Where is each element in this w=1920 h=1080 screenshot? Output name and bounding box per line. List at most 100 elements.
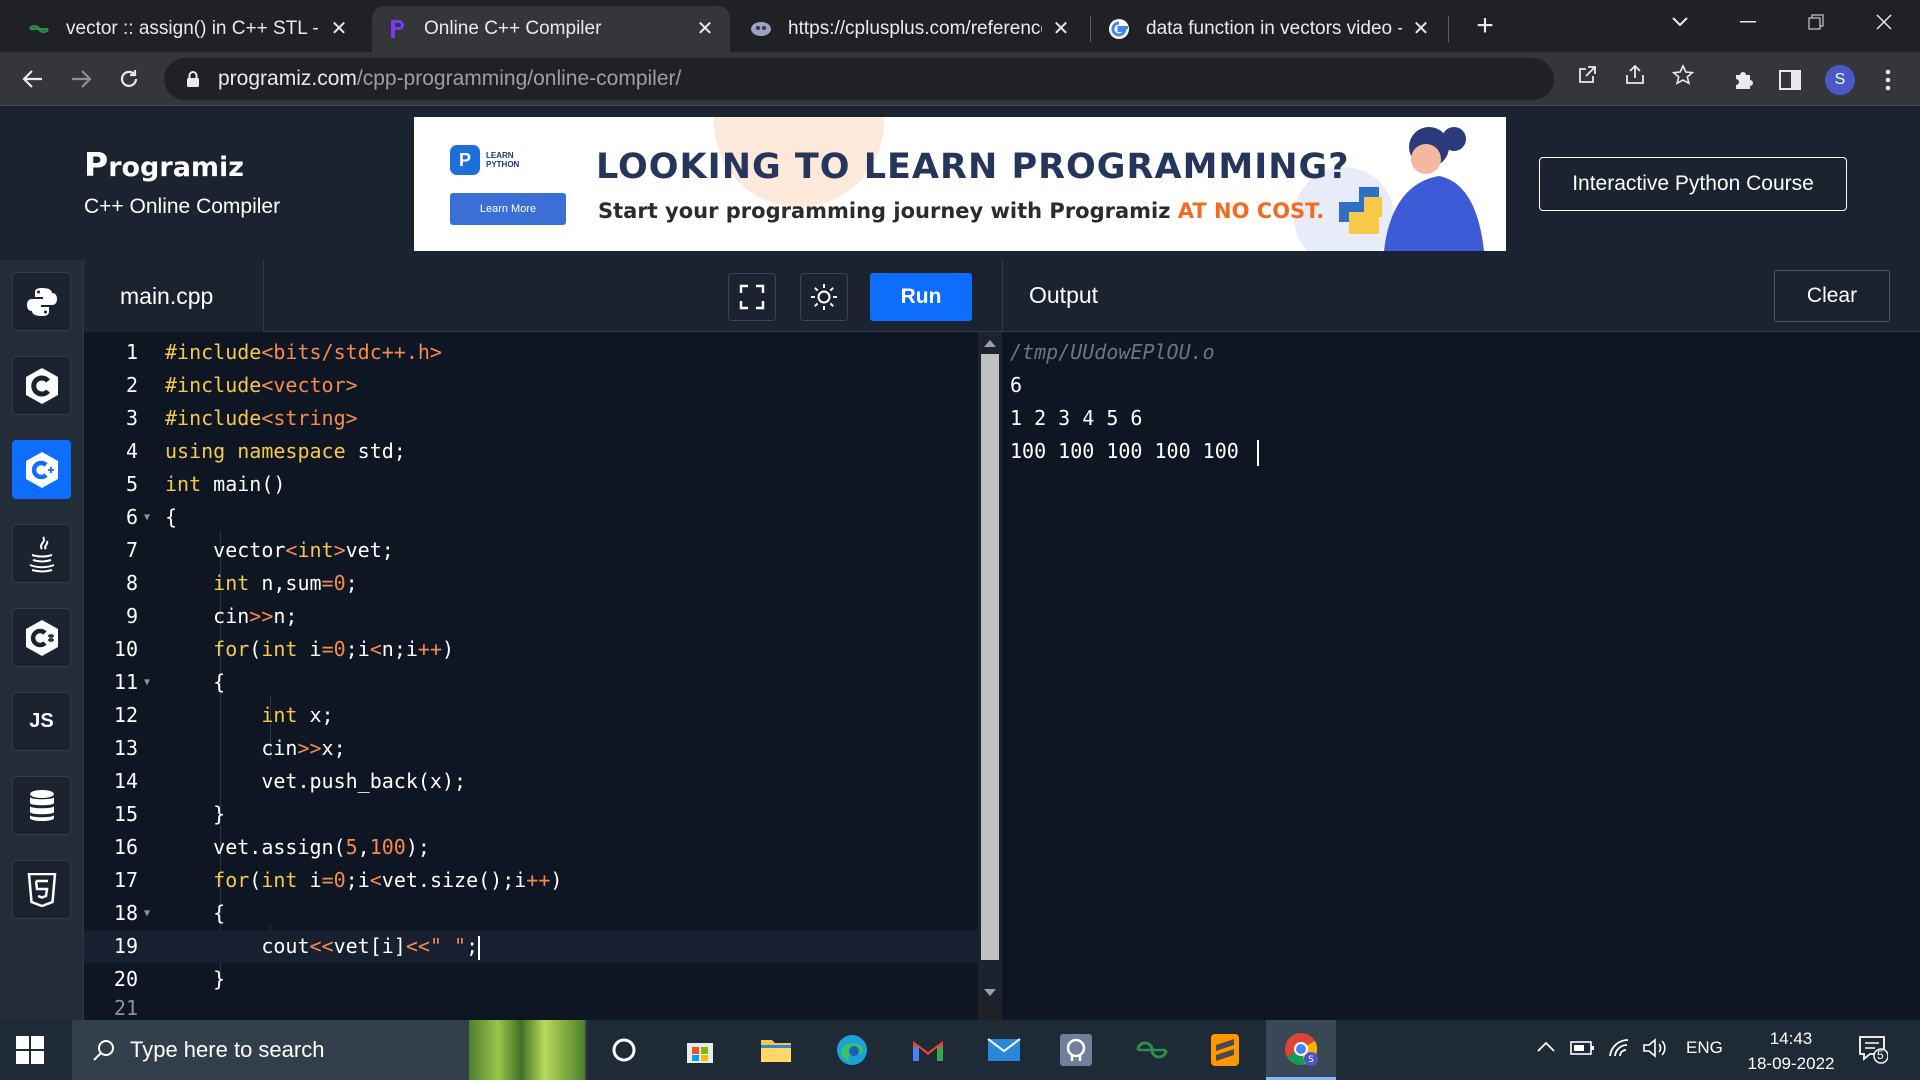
code-line[interactable]: 3 #include<string>: [84, 402, 978, 435]
back-arrow-icon[interactable]: [14, 60, 52, 98]
editor-scrollbar[interactable]: [978, 332, 1002, 1004]
code-text: }: [165, 802, 226, 826]
restore-icon[interactable]: [1782, 0, 1850, 44]
code-line[interactable]: 6 ▼ {: [84, 501, 978, 534]
clear-button[interactable]: Clear: [1774, 270, 1890, 322]
scrollbar-thumb[interactable]: [981, 354, 999, 960]
code-line[interactable]: 11 ▼ {: [84, 666, 978, 699]
code-line[interactable]: 14 vet.push_back(x);: [84, 765, 978, 798]
code-line[interactable]: 7 vector<int>vet;: [84, 534, 978, 567]
battery-icon[interactable]: [1570, 1038, 1596, 1063]
edge-icon[interactable]: [830, 1028, 874, 1072]
python-icon: [26, 287, 57, 316]
code-editor[interactable]: 1 #include<bits/stdc++.h> 2 #include<vector…: [84, 332, 978, 1020]
close-tab-icon[interactable]: ✕: [1410, 18, 1432, 40]
gmail-icon[interactable]: [906, 1028, 950, 1072]
tab-geeksforgeeks[interactable]: vector :: assign() in C++ STL - Ge ✕: [14, 6, 364, 52]
fullscreen-button[interactable]: [728, 273, 776, 321]
interactive-python-course-button[interactable]: Interactive Python Course: [1539, 157, 1847, 211]
cortana-icon[interactable]: [602, 1028, 646, 1072]
html-language-button[interactable]: [12, 860, 71, 919]
editor-toolbar: main.cpp Run: [84, 260, 1002, 332]
theme-toggle-button[interactable]: [800, 273, 848, 321]
open-in-app-icon[interactable]: [1574, 62, 1600, 88]
advertisement-banner[interactable]: P LEARN PYTHON Learn More LOOKING TO LEA…: [414, 117, 1506, 251]
sublime-text-icon[interactable]: [1203, 1028, 1247, 1072]
wifi-icon[interactable]: [1608, 1038, 1632, 1063]
code-line[interactable]: 16 vet.assign(5,100);: [84, 831, 978, 864]
code-line[interactable]: 1 #include<bits/stdc++.h>: [84, 336, 978, 369]
code-text: int main(): [165, 472, 286, 496]
scroll-down-arrow-icon[interactable]: [984, 989, 996, 996]
reload-icon[interactable]: [110, 60, 148, 98]
learn-more-button[interactable]: Learn More: [450, 193, 566, 225]
run-button[interactable]: Run: [870, 273, 972, 321]
code-line[interactable]: 8 int n,sum=0;: [84, 567, 978, 600]
code-line[interactable]: 15 }: [84, 798, 978, 831]
code-line[interactable]: 17 for(int i=0;i<vet.size();i++): [84, 864, 978, 897]
extensions-puzzle-icon[interactable]: [1729, 66, 1757, 94]
profile-avatar[interactable]: S: [1825, 65, 1855, 95]
fold-arrow-icon[interactable]: ▼: [144, 897, 150, 930]
app-icon[interactable]: [1054, 1028, 1098, 1072]
banner-tagline: Start your programming journey with Prog…: [598, 199, 1324, 223]
more-menu-icon[interactable]: [1874, 66, 1902, 94]
file-explorer-icon[interactable]: [754, 1028, 798, 1072]
share-icon[interactable]: [1622, 62, 1648, 88]
code-line[interactable]: 2 #include<vector>: [84, 369, 978, 402]
volume-icon[interactable]: [1642, 1038, 1668, 1063]
code-line[interactable]: 4 using namespace std;: [84, 435, 978, 468]
close-window-icon[interactable]: [1850, 0, 1918, 44]
input-language[interactable]: ENG: [1686, 1038, 1723, 1058]
notifications-button[interactable]: 5: [1858, 1034, 1889, 1069]
fold-arrow-icon[interactable]: ▼: [144, 666, 150, 699]
new-tab-button[interactable]: +: [1468, 10, 1502, 44]
code-line[interactable]: 5 int main(): [84, 468, 978, 501]
side-panel-icon[interactable]: [1776, 66, 1804, 94]
show-hidden-icons[interactable]: [1536, 1038, 1556, 1058]
tab-cplusplus[interactable]: https://cplusplus.com/reference/ ✕: [736, 6, 1086, 52]
c-language-button[interactable]: [12, 356, 71, 415]
geeksforgeeks-icon[interactable]: [1130, 1028, 1174, 1072]
sql-language-button[interactable]: [12, 776, 71, 835]
scroll-up-arrow-icon[interactable]: [984, 340, 996, 347]
microsoft-store-icon[interactable]: [678, 1028, 722, 1072]
python-language-button[interactable]: [12, 272, 71, 331]
close-tab-icon[interactable]: ✕: [328, 18, 350, 40]
minimize-icon[interactable]: [1714, 0, 1782, 44]
taskbar-search-box[interactable]: Type here to search: [72, 1020, 587, 1080]
java-language-button[interactable]: [12, 524, 71, 583]
bookmark-star-icon[interactable]: [1670, 62, 1696, 88]
system-clock[interactable]: 14:43 18-09-2022: [1736, 1026, 1846, 1076]
tab-google-search[interactable]: data function in vectors video - G ✕: [1094, 6, 1446, 52]
banner-headline: LOOKING TO LEARN PROGRAMMING?: [596, 147, 1350, 187]
line-number: 12: [113, 703, 138, 727]
tab-online-compiler[interactable]: Online C++ Compiler ✕: [372, 6, 730, 52]
chrome-icon[interactable]: S: [1266, 1020, 1336, 1080]
programiz-logo[interactable]: Programiz: [84, 145, 244, 184]
code-text: vector<int>vet;: [165, 538, 394, 562]
lock-icon[interactable]: [182, 68, 204, 90]
csharp-language-button[interactable]: [12, 608, 71, 667]
notification-count: 5: [1877, 1048, 1884, 1062]
fullscreen-icon: [739, 284, 765, 310]
svg-text:S: S: [1308, 1055, 1314, 1065]
code-line[interactable]: 10 for(int i=0;i<n;i++): [84, 633, 978, 666]
code-line[interactable]: 19 cout<<vet[i]<<" ";: [84, 930, 978, 963]
forward-arrow-icon[interactable]: [62, 60, 100, 98]
close-tab-icon[interactable]: ✕: [1050, 18, 1072, 40]
code-line[interactable]: 13 cin>>x;: [84, 732, 978, 765]
file-tab-main-cpp[interactable]: main.cpp: [84, 260, 264, 332]
output-console[interactable]: /tmp/UUdowEPlOU.o 6 1 2 3 4 5 6 100 100 …: [1002, 332, 1920, 1020]
code-line[interactable]: 9 cin>>n;: [84, 600, 978, 633]
windows-start-icon[interactable]: [16, 1036, 44, 1064]
tab-search-icon[interactable]: [1646, 0, 1714, 44]
address-bar[interactable]: programiz.com/cpp-programming/online-com…: [164, 58, 1554, 100]
javascript-language-button[interactable]: JS: [12, 692, 71, 751]
cpp-language-button[interactable]: [12, 440, 71, 499]
code-line[interactable]: 18 ▼ {: [84, 897, 978, 930]
mail-icon[interactable]: [982, 1028, 1026, 1072]
close-tab-icon[interactable]: ✕: [694, 18, 716, 40]
code-line[interactable]: 12 int x;: [84, 699, 978, 732]
fold-arrow-icon[interactable]: ▼: [144, 501, 150, 534]
